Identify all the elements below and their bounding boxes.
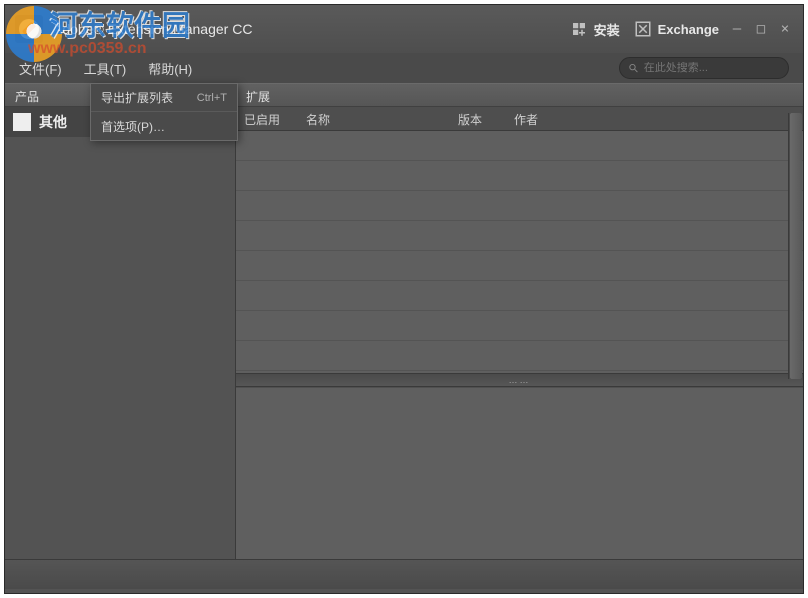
close-button[interactable]: × <box>777 21 793 37</box>
header-extension: 扩展 <box>236 84 803 106</box>
column-headers: 已启用 名称 版本 作者 <box>236 107 803 131</box>
product-icon <box>13 113 31 131</box>
install-button[interactable]: 安装 <box>570 20 620 39</box>
list-item[interactable] <box>236 251 803 281</box>
sidebar-item-label: 其他 <box>39 112 67 132</box>
window-controls: — □ × <box>729 21 793 37</box>
list-item[interactable] <box>236 311 803 341</box>
menu-export-label: 导出扩展列表 <box>101 89 173 106</box>
list-item[interactable] <box>236 281 803 311</box>
col-enabled[interactable]: 已启用 <box>236 107 298 130</box>
col-name[interactable]: 名称 <box>298 107 450 130</box>
splitter[interactable]: …… <box>236 373 803 387</box>
tools-dropdown: 导出扩展列表 Ctrl+T 首选项(P)… <box>90 83 238 141</box>
menu-export-extensions[interactable]: 导出扩展列表 Ctrl+T <box>91 84 237 112</box>
content-area: 其他 已启用 名称 版本 作者 …… <box>5 107 803 559</box>
list-item[interactable] <box>236 161 803 191</box>
vertical-scrollbar[interactable] <box>788 113 802 379</box>
extension-panel: 已启用 名称 版本 作者 …… <box>236 107 803 559</box>
titlebar: Adobe® Extension Manager CC 安装 Exchange … <box>5 5 803 53</box>
menu-file[interactable]: 文件(F) <box>19 59 62 78</box>
titlebar-actions: 安装 Exchange <box>570 20 719 39</box>
menu-prefs-label: 首选项(P)… <box>101 118 165 135</box>
col-version[interactable]: 版本 <box>450 107 506 130</box>
extension-list <box>236 131 803 373</box>
list-item[interactable] <box>236 191 803 221</box>
menu-export-shortcut: Ctrl+T <box>197 92 227 104</box>
list-item[interactable] <box>236 221 803 251</box>
menu-preferences[interactable]: 首选项(P)… <box>91 112 237 140</box>
search-icon <box>628 62 639 74</box>
exchange-button[interactable]: Exchange <box>634 20 719 38</box>
menu-tools[interactable]: 工具(T) <box>84 59 127 78</box>
list-item[interactable] <box>236 131 803 161</box>
detail-pane <box>236 387 803 559</box>
exchange-icon <box>634 20 652 38</box>
product-sidebar: 其他 <box>5 107 236 559</box>
search-input[interactable] <box>644 62 780 74</box>
statusbar <box>5 559 803 589</box>
app-window: Adobe® Extension Manager CC 安装 Exchange … <box>4 4 804 594</box>
app-title: Adobe® Extension Manager CC <box>53 21 570 37</box>
minimize-button[interactable]: — <box>729 21 745 37</box>
menu-help[interactable]: 帮助(H) <box>148 59 192 78</box>
scrollbar-thumb[interactable] <box>790 113 802 379</box>
exchange-label: Exchange <box>658 22 719 37</box>
list-item[interactable] <box>236 341 803 371</box>
search-box[interactable] <box>619 57 789 79</box>
col-author[interactable]: 作者 <box>506 107 803 130</box>
maximize-button[interactable]: □ <box>753 21 769 37</box>
install-icon <box>570 20 588 38</box>
app-icon <box>15 15 43 43</box>
menubar: 文件(F) 工具(T) 帮助(H) <box>5 53 803 83</box>
install-label: 安装 <box>594 20 620 39</box>
